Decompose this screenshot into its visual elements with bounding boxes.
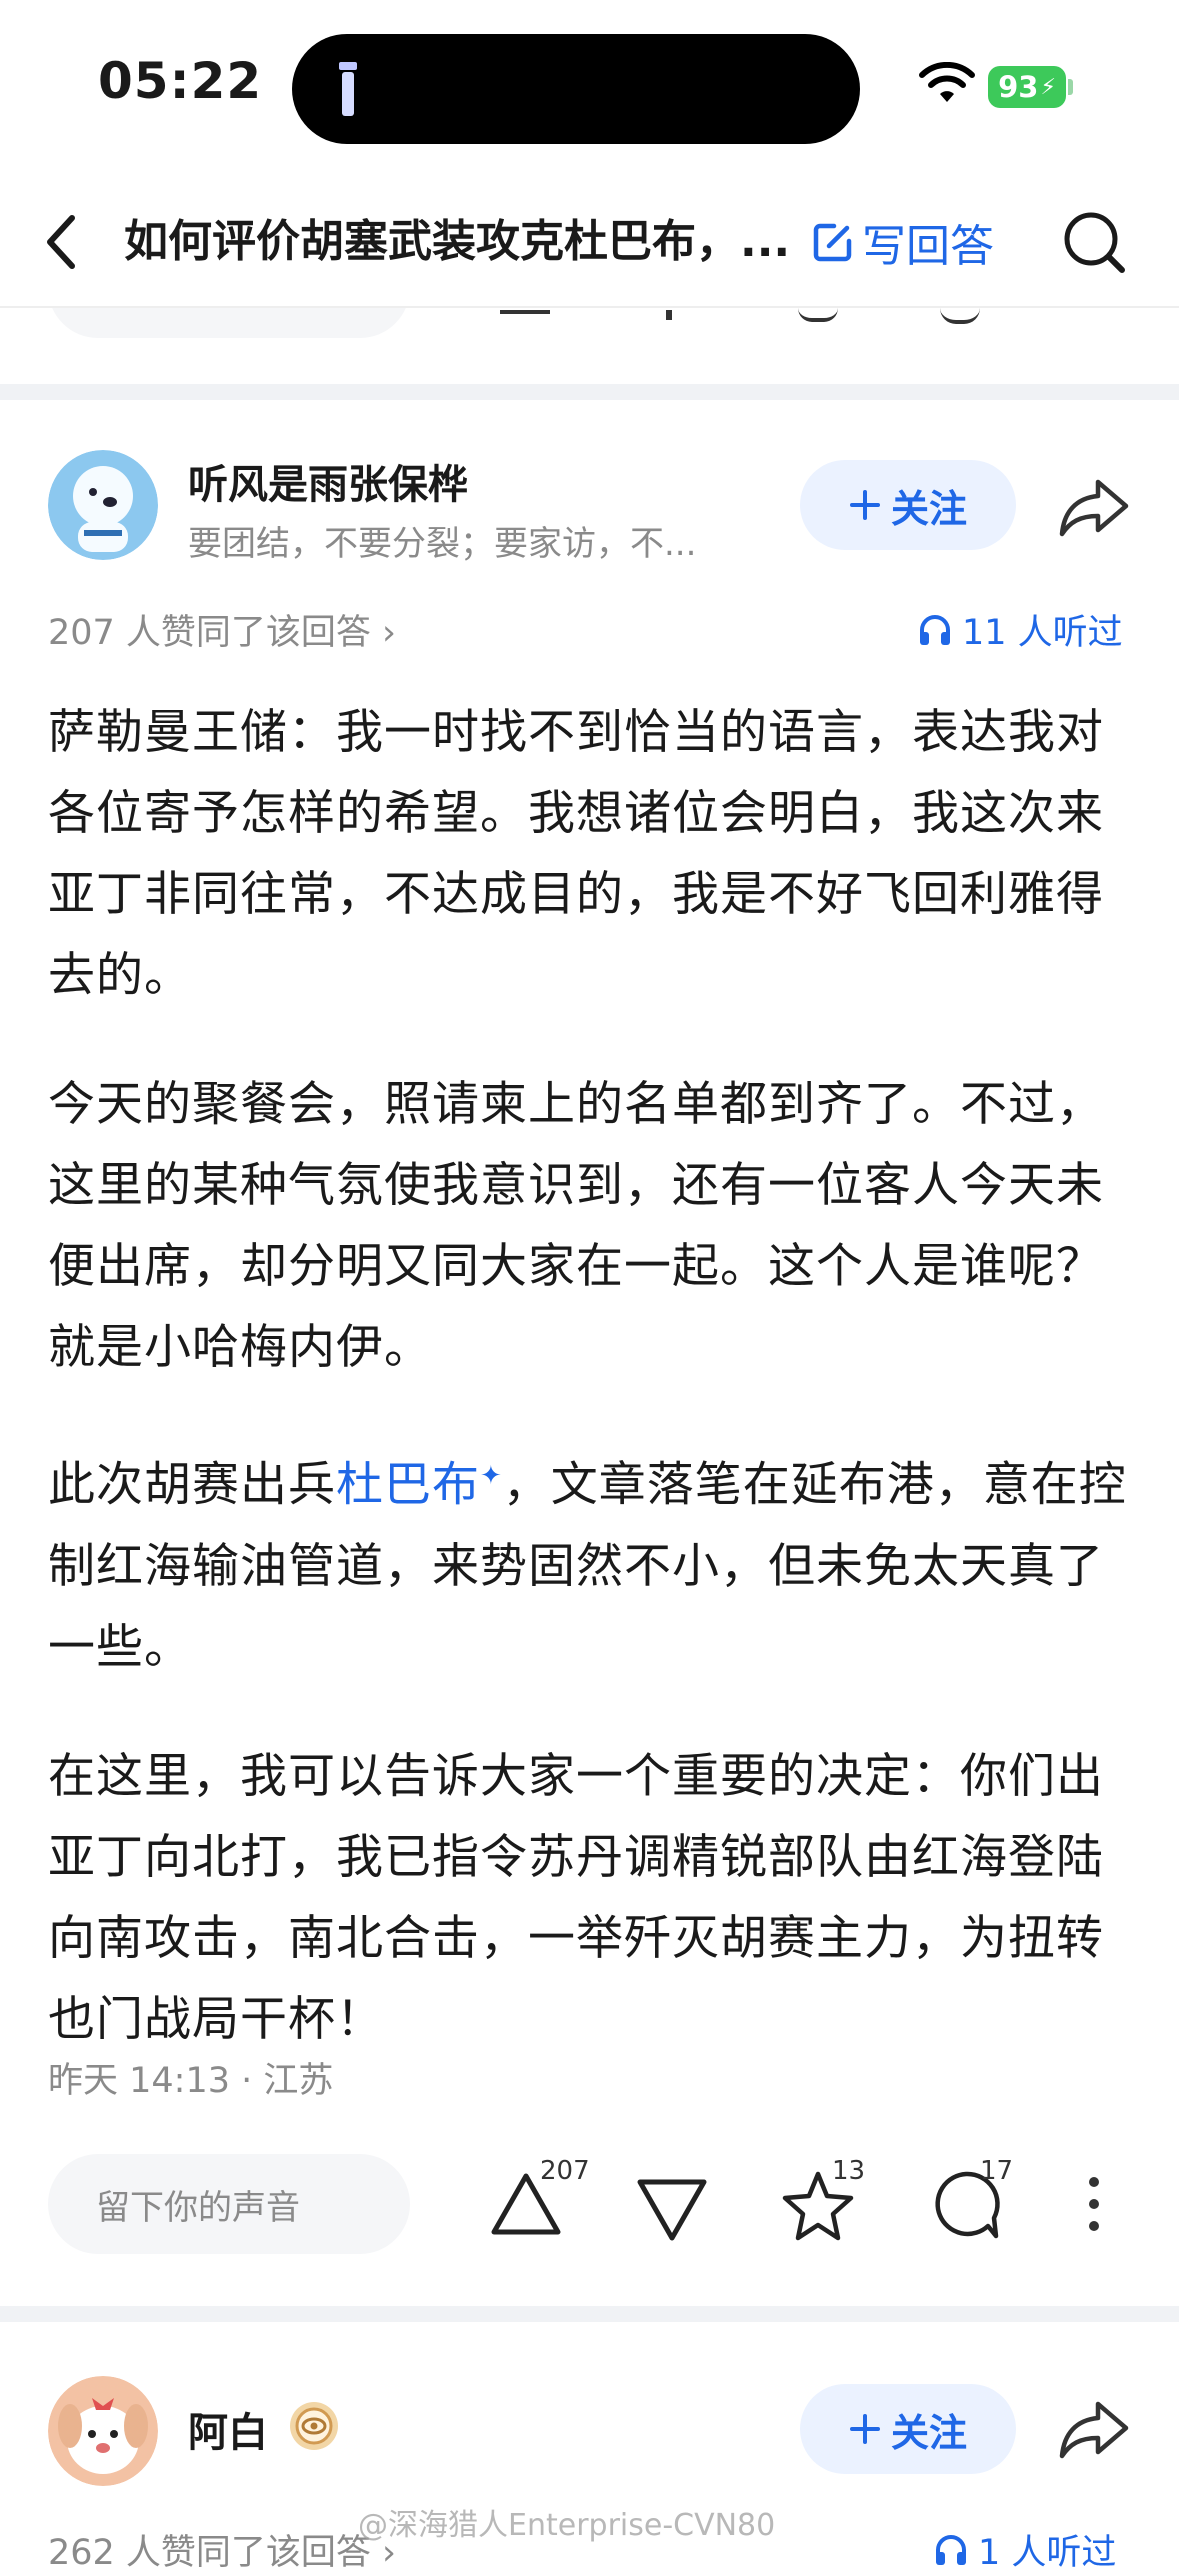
listen-count[interactable]: 11 人听过 — [918, 604, 1123, 655]
listen-label: 1 人听过 — [978, 2533, 1117, 2573]
downvote-icon[interactable] — [632, 2170, 712, 2250]
paragraph: 在这里，我可以告诉大家一个重要的决定：你们出亚丁向北打，我已指令苏丹调精锐部队由… — [48, 1748, 1104, 2047]
avatar[interactable] — [48, 450, 158, 560]
listen-count[interactable]: 1 人听过 — [934, 2524, 1116, 2575]
upvote-summary[interactable]: 207 人赞同了该回答 › — [48, 604, 396, 655]
headphones-icon — [936, 2534, 966, 2565]
upvote-summary[interactable]: 262 人赞同了该回答 › — [48, 2524, 396, 2575]
sparkle-icon: ✦ — [480, 1461, 503, 1491]
answer-content: 萨勒曼王储：我一时找不到恰当的语言，表达我对各位寄予怎样的希望。我想诸位会明白，… — [48, 692, 1128, 2108]
edit-icon — [813, 223, 852, 262]
favorite-count: 13 — [832, 2156, 866, 2186]
follow-label: 关注 — [890, 486, 967, 531]
author-name[interactable]: 阿白 — [188, 2400, 268, 2458]
plus-icon — [849, 490, 880, 520]
upvote-count: 207 — [540, 2156, 590, 2186]
badge-icon — [290, 2402, 338, 2450]
follow-button[interactable]: 关注 — [800, 460, 1016, 550]
author-signature: 要团结，不要分裂；要家访，不... — [188, 524, 697, 564]
flashlight-icon — [339, 62, 357, 116]
search-icon[interactable] — [1060, 208, 1128, 276]
write-answer-button[interactable]: 写回答 — [812, 212, 994, 272]
comment-input[interactable]: 留下你的声音 — [48, 2154, 410, 2254]
section-separator — [0, 2306, 1179, 2322]
listen-label: 11 人听过 — [962, 613, 1123, 653]
more-icon[interactable] — [1080, 2172, 1108, 2236]
plus-icon — [849, 2414, 880, 2444]
topic-link[interactable]: 杜巴布 — [336, 1458, 480, 1513]
back-button[interactable] — [40, 212, 84, 272]
share-icon[interactable] — [1058, 476, 1130, 540]
post-time-location: 昨天 14:13 · 江苏 — [48, 2061, 334, 2101]
avatar[interactable] — [48, 2376, 158, 2486]
watermark: @深海猎人Enterprise-CVN80 — [358, 2508, 776, 2543]
write-answer-label: 写回答 — [862, 221, 994, 272]
follow-label: 关注 — [890, 2410, 967, 2455]
headphones-icon — [920, 614, 950, 645]
battery-tip — [1068, 79, 1073, 95]
battery-indicator: 93 ⚡ — [988, 66, 1066, 108]
status-time: 05:22 — [98, 52, 263, 110]
question-title[interactable]: 如何评价胡塞武装攻克杜巴布，... — [124, 212, 796, 272]
author-name[interactable]: 听风是雨张保桦 — [188, 452, 468, 510]
dynamic-island — [292, 34, 860, 144]
share-icon[interactable] — [1058, 2398, 1130, 2462]
paragraph: 此次胡赛出兵杜巴布✦，文章落笔在延布港，意在控制红海输油管道，来势固然不小，但未… — [48, 1457, 1127, 1675]
paragraph: 今天的聚餐会，照请柬上的名单都到齐了。不过，这里的某种气氛使我意识到，还有一位客… — [48, 1077, 1104, 1375]
follow-button[interactable]: 关注 — [800, 2384, 1016, 2474]
wifi-icon — [919, 62, 975, 102]
section-separator — [0, 384, 1179, 400]
paragraph: 萨勒曼王储：我一时找不到恰当的语言，表达我对各位寄予怎样的希望。我想诸位会明白，… — [48, 705, 1104, 1003]
previous-answer-actions — [0, 308, 1179, 338]
comment-count: 17 — [980, 2156, 1014, 2186]
